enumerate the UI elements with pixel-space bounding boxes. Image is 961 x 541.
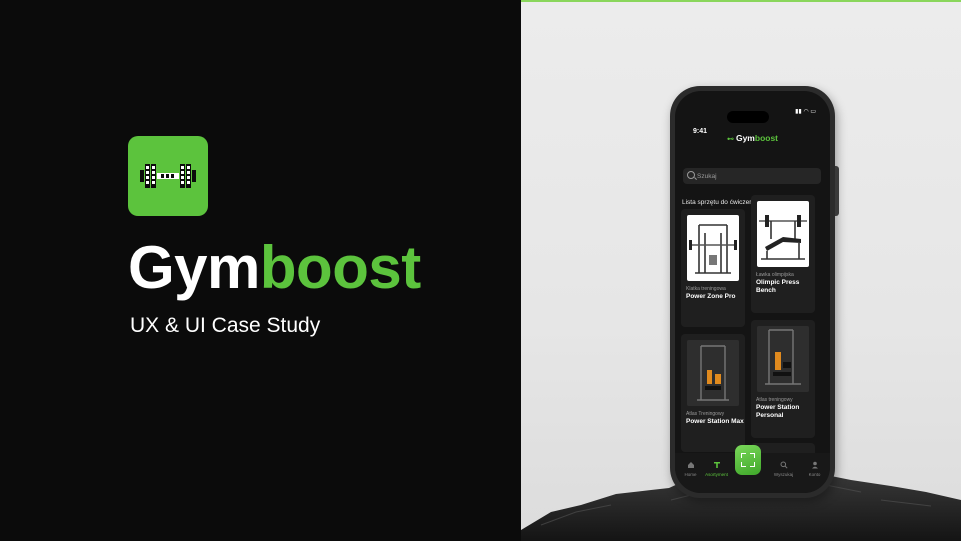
tab-label: Wyszukaj (773, 472, 794, 477)
case-study-subtitle: UX & UI Case Study (130, 314, 321, 337)
search-icon (780, 461, 788, 469)
card-category: Klatka treningowa (686, 286, 726, 292)
card-name: Olimpic Press Bench (756, 279, 800, 294)
status-icons: ▮▮ ◠ ▭ (795, 108, 816, 115)
dumbbell-icon (140, 164, 196, 188)
search-icon (687, 171, 695, 179)
home-icon (687, 462, 694, 468)
equipment-icon (713, 462, 720, 468)
signal-icon: ▮▮ (795, 109, 802, 115)
phone-mockup: 9:41 ▮▮ ◠ ▭ ⊷Gymboost Lista sprzętu do ć… (670, 86, 839, 498)
gym-station-image (687, 340, 739, 406)
wifi-icon: ◠ (803, 109, 809, 115)
card-name: Power Station Personal (756, 404, 800, 419)
equipment-card[interactable]: Klatka treningowa Power Zone Pro (681, 209, 745, 327)
brand-name-part1: Gym (128, 234, 260, 301)
bench-image (757, 201, 809, 267)
app-name-part2: boost (754, 133, 779, 143)
card-category: Atlas treningowy (756, 397, 793, 403)
app-header-title: ⊷ Gymboost (675, 133, 830, 143)
card-category: Ławka olimpijska (756, 272, 794, 278)
phone-screen: 9:41 ▮▮ ◠ ▭ ⊷Gymboost Lista sprzętu do ć… (675, 91, 830, 493)
scan-button[interactable] (735, 445, 761, 475)
equipment-card[interactable]: Ławka olimpijska Olimpic Press Bench (751, 195, 815, 313)
card-name: Power Zone Pro (686, 293, 736, 300)
tab-label: Asortyment (705, 472, 728, 477)
right-panel: 9:41 ▮▮ ◠ ▭ ⊷Gymboost Lista sprzętu do ć… (521, 0, 961, 541)
app-logo (128, 136, 208, 216)
equipment-card[interactable]: Atlas treningowy Power Station Personal (751, 320, 815, 438)
tab-wyszukaj[interactable]: Wyszukaj (768, 453, 799, 493)
left-panel: Gymboost UX & UI Case Study (0, 0, 521, 541)
battery-icon: ▭ (810, 109, 816, 115)
brand-wordmark: Gymboost (128, 232, 421, 304)
card-category: Atlas Treningowy (686, 411, 725, 417)
search-bar[interactable] (683, 168, 821, 184)
bottom-tab-bar: Home Asortyment Wyszukaj Konto (675, 445, 830, 493)
tab-asortyment[interactable]: Asortyment (701, 453, 732, 493)
dumbbell-small-icon: ⊷ (726, 136, 734, 143)
power-rack-image (687, 215, 739, 281)
app-name-part1: Gym (735, 133, 755, 143)
dynamic-island (727, 111, 769, 123)
search-input[interactable] (697, 170, 817, 182)
tab-konto[interactable]: Konto (799, 453, 830, 493)
equipment-card[interactable]: Atlas Treningowy Power Station Max (681, 334, 745, 452)
brand-name-part2: boost (259, 234, 421, 301)
card-name: Power Station Max (686, 418, 744, 425)
tab-label: Konto (808, 472, 821, 477)
user-icon (811, 461, 818, 469)
gym-station-image (757, 326, 809, 392)
